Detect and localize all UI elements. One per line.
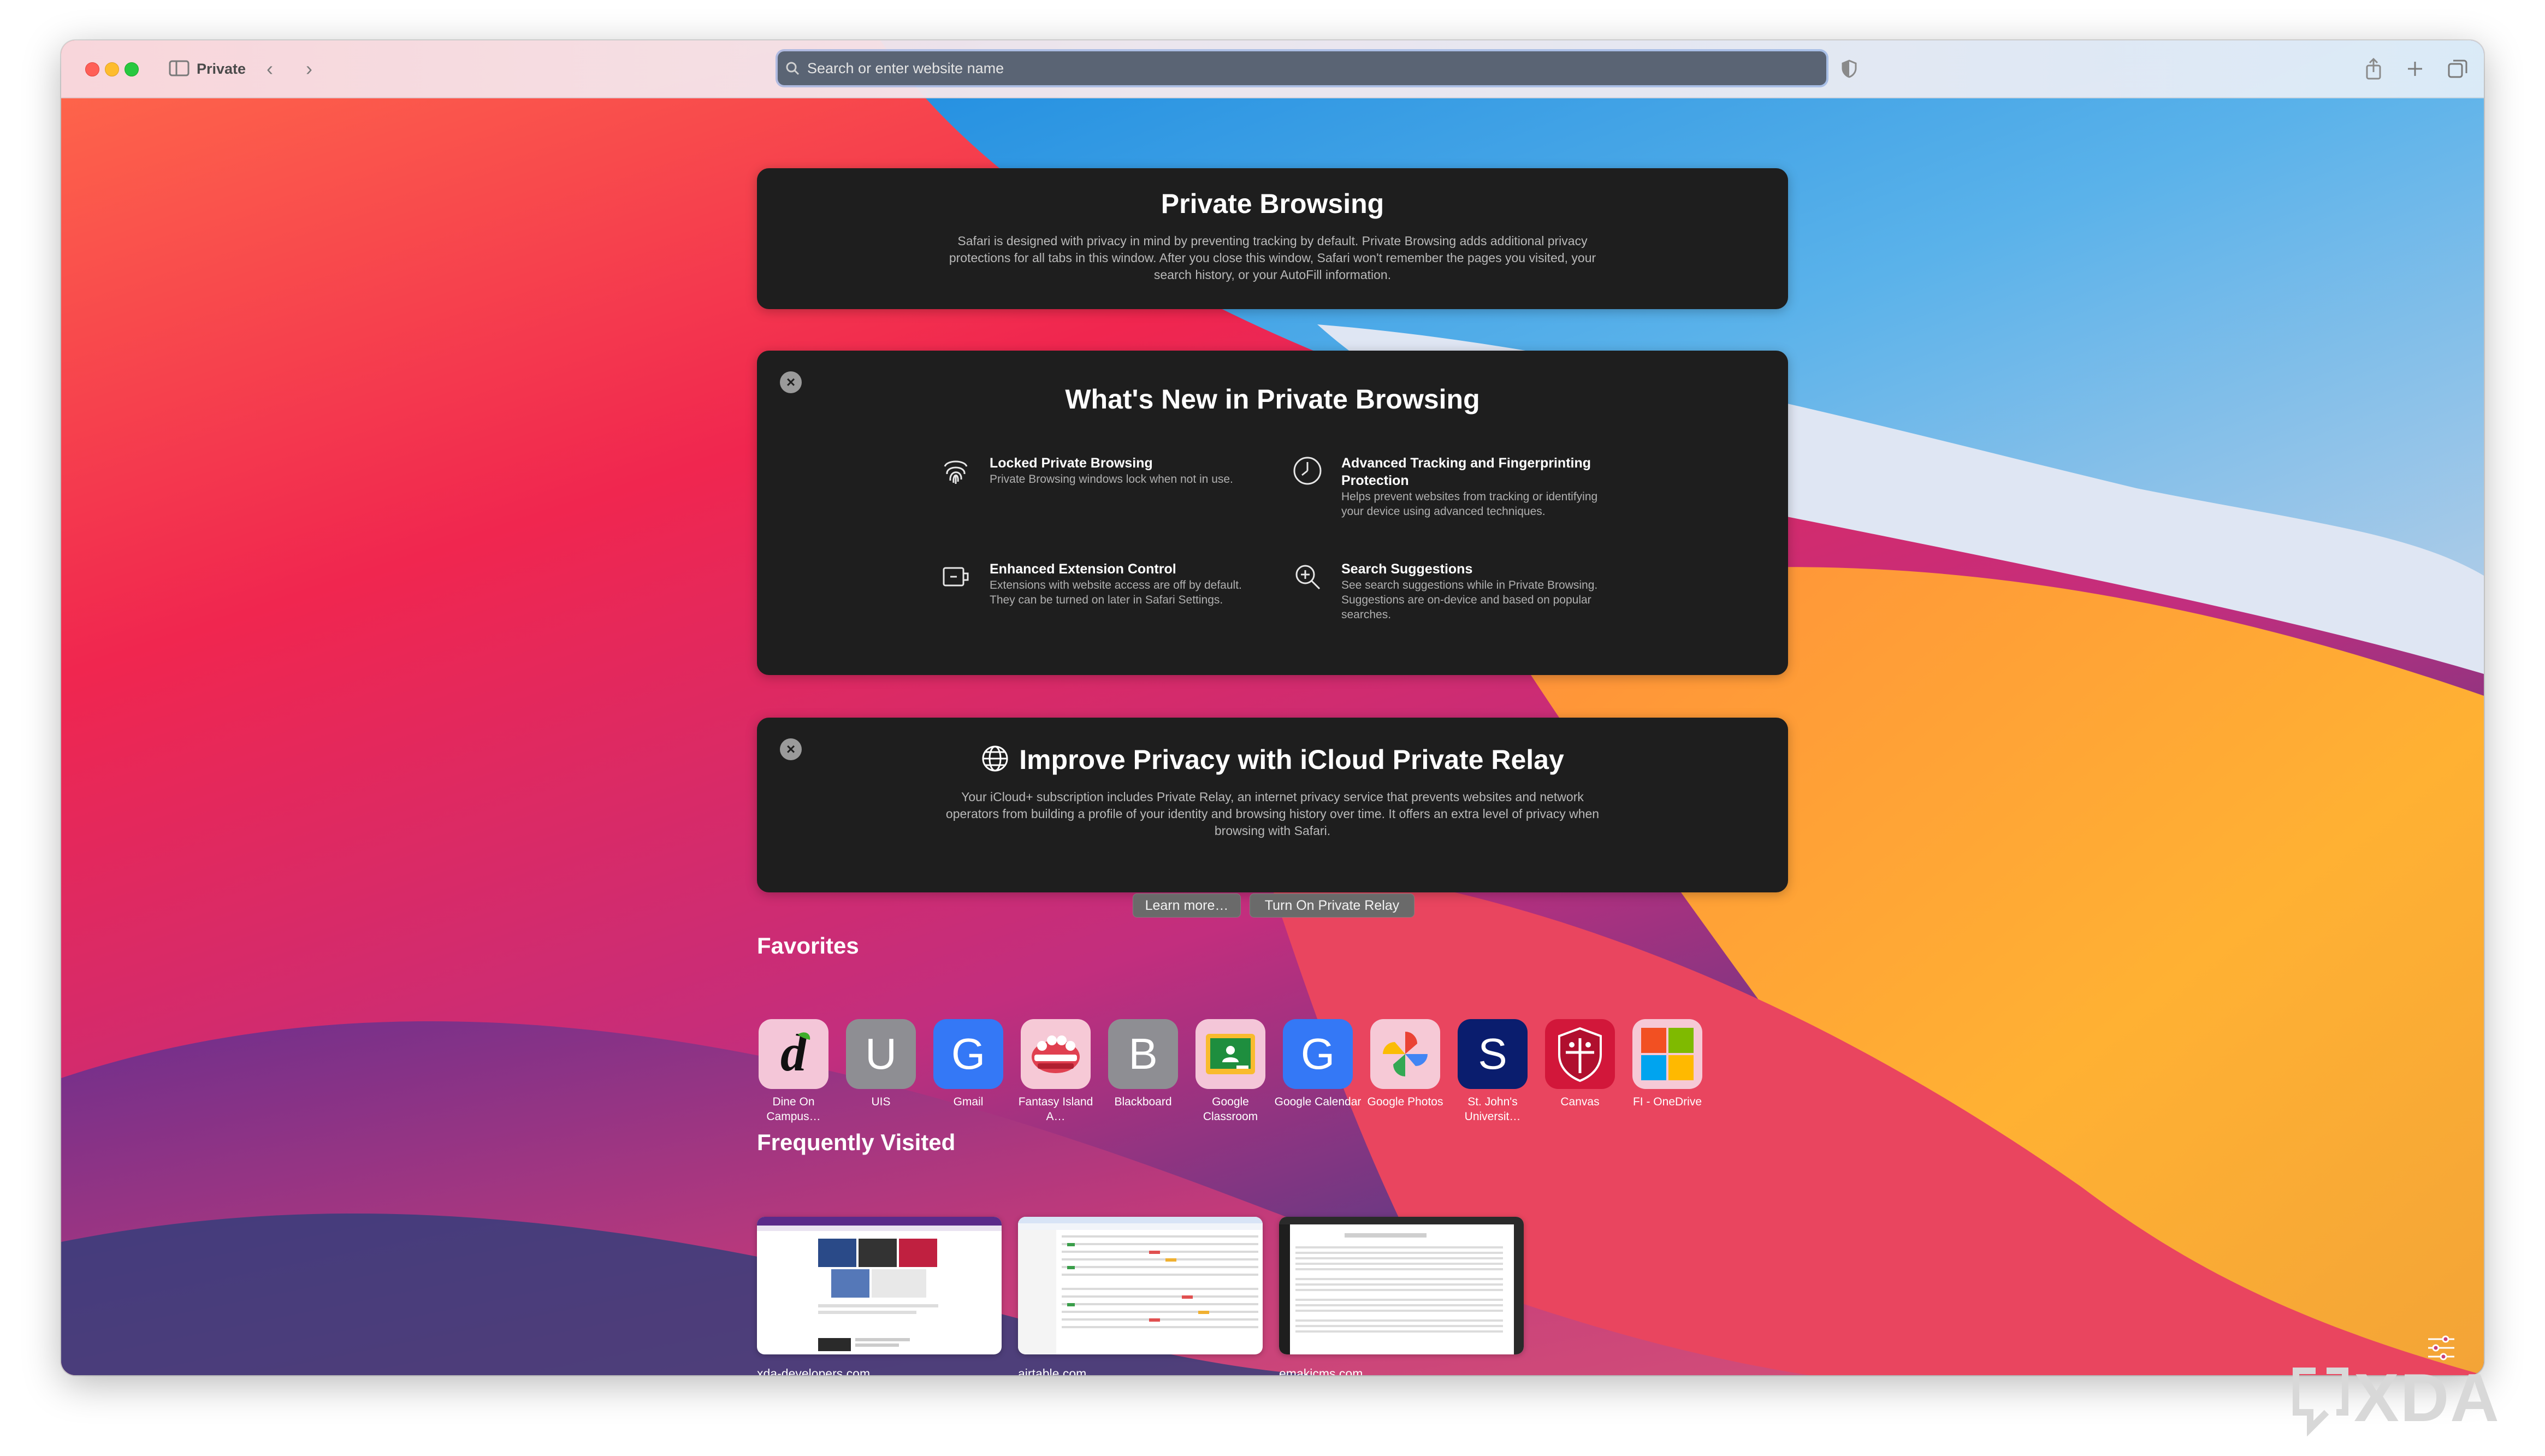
frequent-site-xda-thumbnail[interactable] <box>757 1217 1002 1354</box>
favorite-label: Dine On Campus… <box>766 1096 821 1123</box>
xda-logo-icon <box>2293 1368 2348 1436</box>
feature-search-suggestions: Search Suggestions See search suggestion… <box>1291 560 1597 637</box>
minimize-window-button[interactable] <box>105 62 119 76</box>
turn-on-private-relay-button[interactable]: Turn On Private Relay <box>1250 893 1414 918</box>
favorite-label: Google Classroom <box>1203 1096 1258 1123</box>
privacy-shield-icon[interactable] <box>1839 57 1859 81</box>
search-icon <box>785 61 804 75</box>
favorite-gmail[interactable]: G Gmail <box>932 1019 1005 1109</box>
xda-watermark: XDA <box>2288 1360 2540 1436</box>
private-browsing-description: Safari is designed with privacy in mind … <box>949 234 1596 282</box>
frequent-site-emakicms-thumbnail[interactable] <box>1279 1217 1524 1354</box>
google-photos-logo-icon <box>1370 1019 1440 1089</box>
feature-description: See search suggestions while in Private … <box>1341 579 1598 621</box>
frequent-site-airtable-thumbnail[interactable] <box>1018 1217 1263 1354</box>
favorite-google-classroom[interactable]: Google Classroom <box>1194 1019 1267 1124</box>
xda-watermark-text: XDA <box>2354 1360 2500 1436</box>
favorite-label: Canvas <box>1560 1096 1600 1108</box>
gmail-letter-icon: G <box>933 1019 1003 1089</box>
feature-advanced-tracking: Advanced Tracking and Fingerprinting Pro… <box>1291 454 1597 542</box>
feature-description: Private Browsing windows lock when not i… <box>990 473 1233 486</box>
google-classroom-logo-icon <box>1195 1019 1265 1089</box>
search-input[interactable] <box>804 53 1826 84</box>
frequent-site-label: xda-developers.com <box>757 1366 871 1375</box>
favorite-label: UIS <box>871 1096 891 1108</box>
feature-title: Enhanced Extension Control <box>990 561 1176 577</box>
fingerprint-icon <box>939 454 974 489</box>
dine-on-campus-logo-icon: d <box>759 1019 828 1089</box>
frequent-site-label: airtable.com <box>1018 1366 1087 1375</box>
favorite-canvas[interactable]: Canvas <box>1543 1019 1617 1109</box>
feature-description: Extensions with website access are off b… <box>990 579 1242 606</box>
feature-title: Advanced Tracking and Fingerprinting Pro… <box>1341 455 1591 488</box>
favorite-st-johns-university[interactable]: S St. John's Universit… <box>1456 1019 1529 1124</box>
st-johns-letter-icon: S <box>1458 1019 1528 1089</box>
globe-icon <box>981 744 1009 776</box>
close-window-button[interactable] <box>85 62 99 76</box>
favorite-label: Blackboard <box>1114 1096 1172 1108</box>
private-relay-description: Your iCloud+ subscription includes Priva… <box>945 790 1600 838</box>
feature-extension-control: Enhanced Extension Control Extensions wi… <box>939 560 1242 637</box>
extension-icon <box>939 560 974 595</box>
favorite-onedrive[interactable]: FI - OneDrive <box>1631 1019 1704 1109</box>
zoom-window-button[interactable] <box>125 62 139 76</box>
canvas-shield-logo-icon <box>1545 1019 1615 1089</box>
search-plus-icon <box>1291 560 1326 595</box>
favorite-label: Gmail <box>953 1096 984 1108</box>
feature-title: Search Suggestions <box>1341 561 1473 577</box>
back-chevron-icon[interactable]: ‹ <box>259 57 281 81</box>
whats-new-card: × What's New in Private Browsing Locked … <box>757 351 1788 675</box>
private-browsing-title: Private Browsing <box>1161 188 1384 219</box>
tab-overview-icon[interactable] <box>2446 56 2470 82</box>
favorite-google-calendar[interactable]: G Google Calendar <box>1275 1019 1361 1109</box>
favorite-label: Fantasy Island A… <box>1018 1096 1093 1123</box>
favorite-label: Google Calendar <box>1274 1096 1362 1108</box>
sidebar-icon[interactable] <box>168 59 190 78</box>
favorite-label: Google Photos <box>1367 1096 1443 1108</box>
feature-locked-private-browsing: Locked Private Browsing Private Browsing… <box>939 454 1233 520</box>
private-relay-heading: Improve Privacy with iCloud Private Rela… <box>757 744 1788 776</box>
learn-more-button[interactable]: Learn more… <box>1133 893 1241 918</box>
favorite-uis[interactable]: U UIS <box>844 1019 918 1109</box>
blackboard-letter-icon: B <box>1108 1019 1178 1089</box>
favorite-dine-on-campus[interactable]: d Dine On Campus… <box>757 1019 830 1124</box>
private-relay-title: Improve Privacy with iCloud Private Rela… <box>1019 744 1564 775</box>
microsoft-logo-icon <box>1632 1019 1702 1089</box>
clock-icon <box>1291 454 1326 489</box>
address-bar[interactable] <box>778 51 1826 85</box>
favorite-google-photos[interactable]: Google Photos <box>1368 1019 1443 1109</box>
google-calendar-letter-icon: G <box>1283 1019 1353 1089</box>
safari-window: Private ‹ › Private Browsing Safari is d… <box>61 40 2484 1375</box>
favorites-title: Favorites <box>757 933 859 958</box>
toolbar: Private ‹ › <box>61 40 2484 98</box>
frequently-visited-title: Frequently Visited <box>757 1129 956 1155</box>
share-icon[interactable] <box>2363 56 2384 82</box>
new-tab-icon[interactable] <box>2404 56 2426 82</box>
tab-group-label[interactable]: Private <box>197 61 246 78</box>
favorite-label: St. John's Universit… <box>1464 1096 1521 1123</box>
feature-title: Locked Private Browsing <box>990 455 1153 471</box>
favorite-fantasy-island[interactable]: Fantasy Island A… <box>1019 1019 1093 1124</box>
favorite-blackboard[interactable]: B Blackboard <box>1106 1019 1180 1109</box>
feature-description: Helps prevent websites from tracking or … <box>1341 490 1598 518</box>
favorite-label: FI - OneDrive <box>1632 1096 1702 1108</box>
forward-chevron-icon[interactable]: › <box>298 57 320 81</box>
frequent-site-label: emakicms.com <box>1279 1366 1363 1375</box>
private-browsing-card: Private Browsing Safari is designed with… <box>757 168 1788 309</box>
private-relay-card: × Improve Privacy with iCloud Private Re… <box>757 718 1788 918</box>
uis-letter-icon: U <box>846 1019 916 1089</box>
fantasy-island-logo-icon <box>1021 1019 1091 1089</box>
whats-new-title: What's New in Private Browsing <box>1065 384 1480 415</box>
